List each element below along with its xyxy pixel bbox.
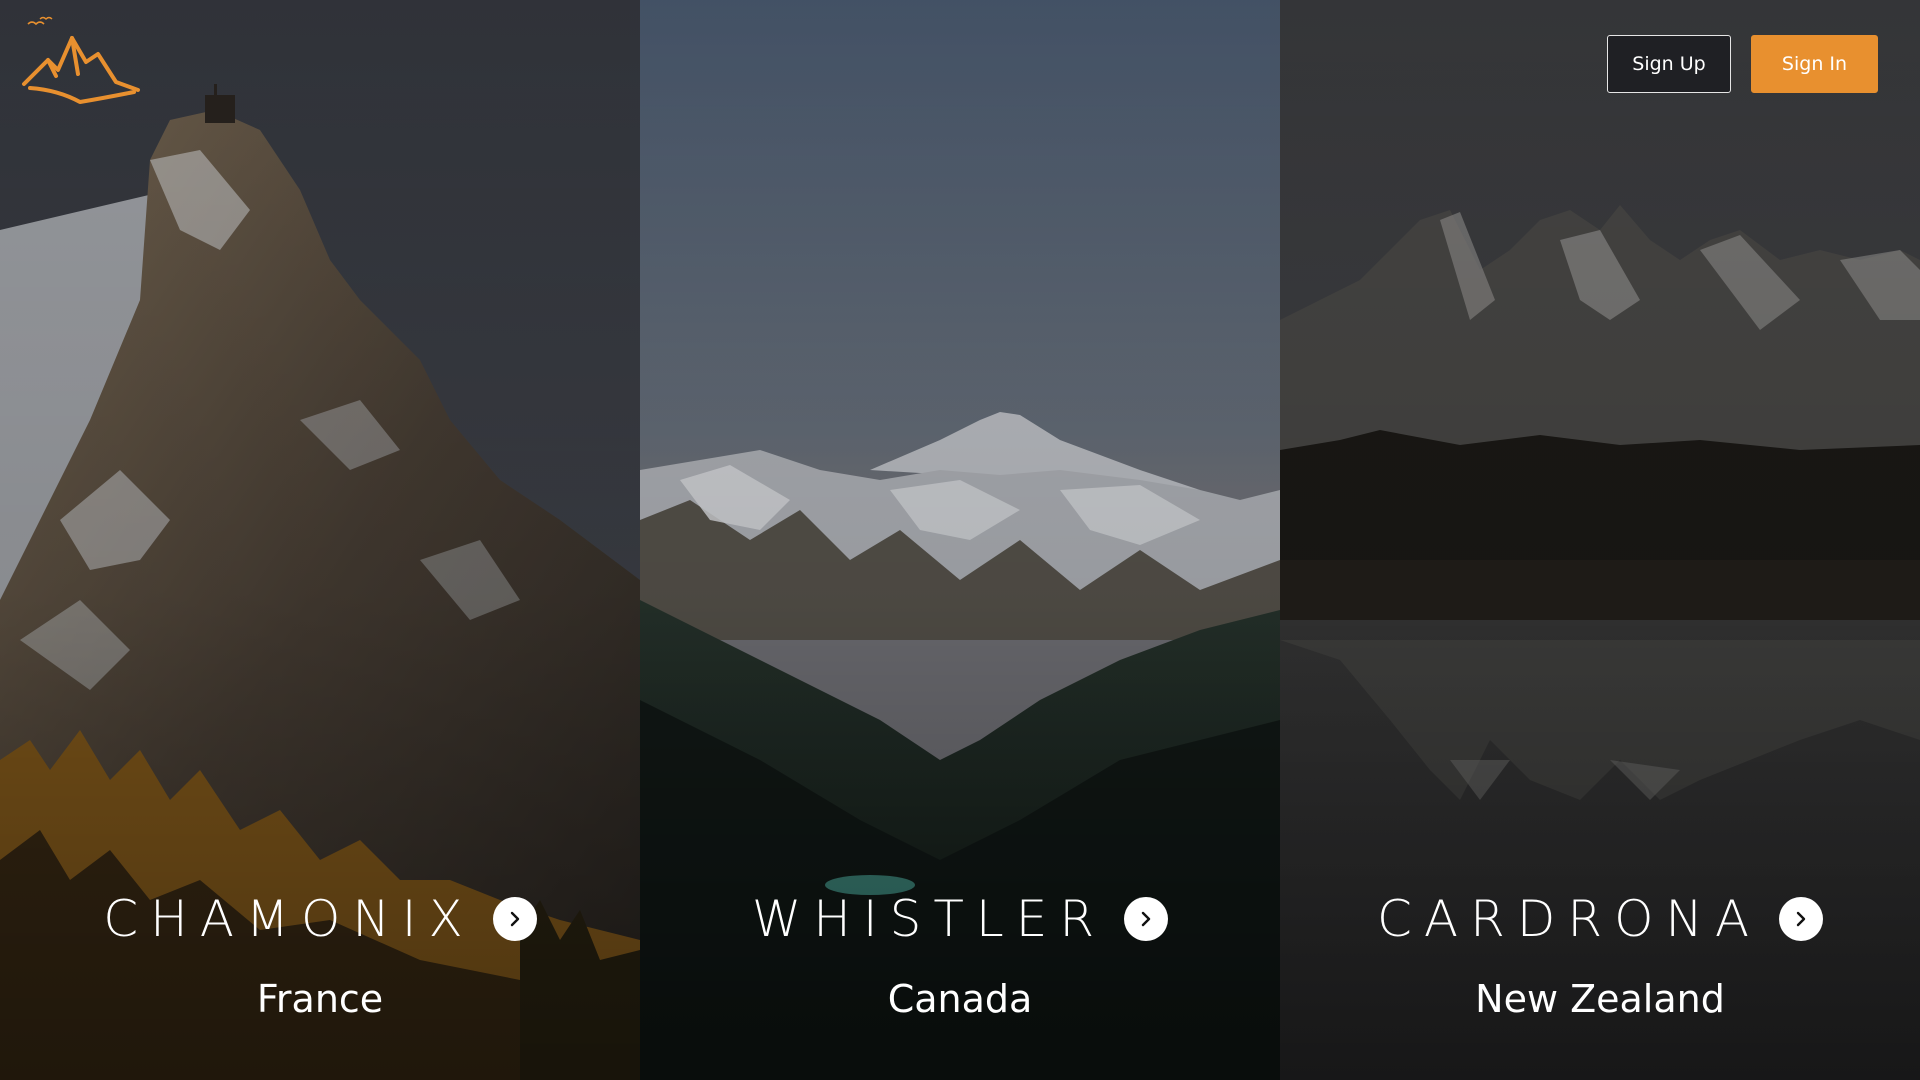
auth-nav: Sign Up Sign In <box>1607 35 1878 93</box>
destination-card-cardrona[interactable]: CARDRONA New Zealand <box>1280 0 1920 1080</box>
chevron-right-icon[interactable] <box>1124 897 1169 941</box>
chevron-right-icon[interactable] <box>1779 897 1824 941</box>
destination-name: CARDRONA <box>1376 890 1762 948</box>
destination-page: CHAMONIX France WHISTLER Canada CARDRONA… <box>0 0 1920 1080</box>
destination-name: WHISTLER <box>751 890 1107 948</box>
destination-label: CHAMONIX France <box>0 884 640 1022</box>
destination-name: CHAMONIX <box>103 890 475 948</box>
sign-up-button[interactable]: Sign Up <box>1607 35 1731 93</box>
destination-country: France <box>256 977 384 1021</box>
destination-card-whistler[interactable]: WHISTLER Canada <box>640 0 1280 1080</box>
destination-title-row: WHISTLER <box>751 884 1169 954</box>
destination-label: CARDRONA New Zealand <box>1280 884 1920 1022</box>
destination-label: WHISTLER Canada <box>640 884 1280 1022</box>
chevron-right-icon[interactable] <box>492 897 537 941</box>
destination-title-row: CARDRONA <box>1376 884 1824 954</box>
destination-card-chamonix[interactable]: CHAMONIX France <box>0 0 640 1080</box>
destination-country: New Zealand <box>1475 977 1725 1021</box>
destination-country: Canada <box>887 977 1033 1021</box>
mountain-logo-icon[interactable] <box>18 16 146 112</box>
sign-in-button[interactable]: Sign In <box>1751 35 1878 93</box>
destination-title-row: CHAMONIX <box>103 884 537 954</box>
